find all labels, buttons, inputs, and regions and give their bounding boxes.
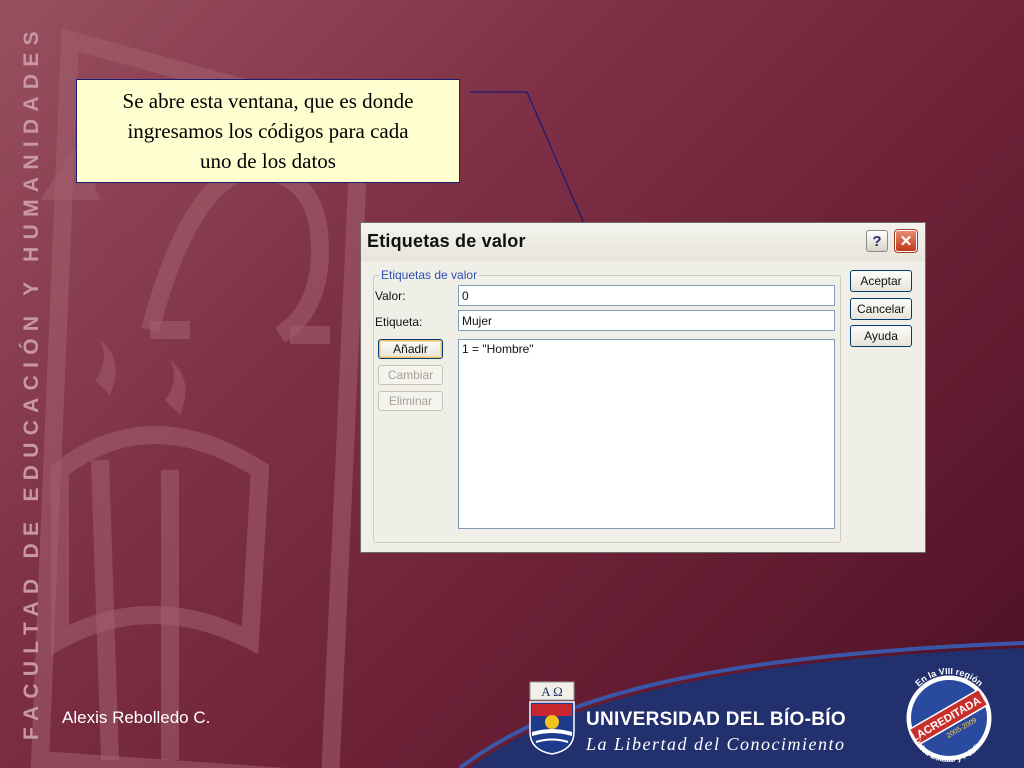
- slide-background: FACULTAD DE EDUCACIÓN Y HUMANIDADES Se a…: [0, 0, 1024, 768]
- accreditation-badge: En la VIII región ACREDITADA 2005-2009 Ú…: [903, 668, 995, 764]
- university-crest-logo: A Ω: [529, 681, 575, 755]
- crest-letters: A Ω: [541, 684, 563, 699]
- footer-band: [458, 641, 1024, 768]
- university-motto: La Libertad del Conocimiento: [586, 734, 846, 754]
- author-name: Alexis Rebolledo C.: [62, 708, 211, 727]
- university-name: UNIVERSIDAD DEL BÍO-BÍO: [586, 709, 846, 730]
